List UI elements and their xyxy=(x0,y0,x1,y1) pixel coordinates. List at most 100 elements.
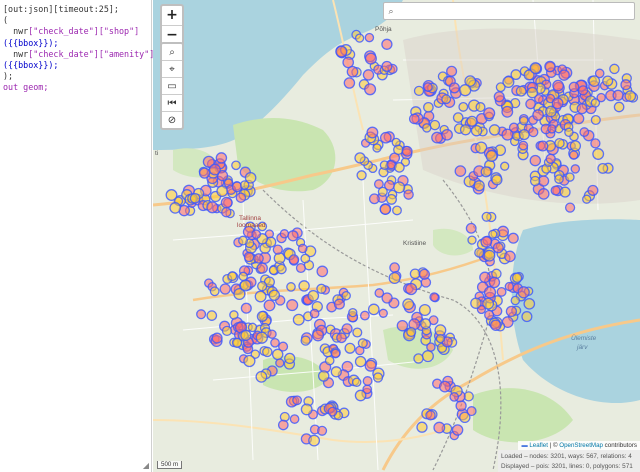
poi-marker[interactable] xyxy=(609,63,620,75)
poi-marker[interactable] xyxy=(558,69,570,81)
poi-marker[interactable] xyxy=(366,126,379,139)
poi-marker[interactable] xyxy=(624,90,637,102)
poi-marker[interactable] xyxy=(420,318,432,330)
poi-marker[interactable] xyxy=(446,65,458,77)
poi-marker[interactable] xyxy=(404,282,418,296)
poi-marker[interactable] xyxy=(551,97,564,110)
poi-marker[interactable] xyxy=(441,128,453,141)
poi-marker[interactable] xyxy=(484,309,495,320)
poi-marker[interactable] xyxy=(257,280,268,292)
poi-marker[interactable] xyxy=(532,109,544,121)
poi-marker[interactable] xyxy=(275,358,285,368)
poi-marker[interactable] xyxy=(438,380,451,393)
poi-marker[interactable] xyxy=(480,236,493,248)
poi-marker[interactable] xyxy=(256,310,268,322)
poi-marker[interactable] xyxy=(235,192,247,203)
poi-marker[interactable] xyxy=(240,329,252,341)
poi-marker[interactable] xyxy=(592,148,605,160)
resize-grip-icon[interactable]: ◢ xyxy=(143,461,149,470)
poi-marker[interactable] xyxy=(372,372,384,383)
poi-marker[interactable] xyxy=(220,196,233,209)
poi-marker[interactable] xyxy=(507,232,519,244)
poi-marker[interactable] xyxy=(255,370,268,383)
poi-marker[interactable] xyxy=(394,162,405,173)
poi-marker[interactable] xyxy=(423,101,434,113)
poi-marker[interactable] xyxy=(495,82,506,93)
poi-marker[interactable] xyxy=(403,189,414,200)
poi-marker[interactable] xyxy=(253,253,264,264)
poi-marker[interactable] xyxy=(362,376,373,386)
poi-marker[interactable] xyxy=(473,180,485,192)
poi-marker[interactable] xyxy=(372,143,382,153)
poi-marker[interactable] xyxy=(402,298,415,311)
poi-marker[interactable] xyxy=(309,308,320,319)
poi-marker[interactable] xyxy=(311,329,325,342)
poi-marker[interactable] xyxy=(389,262,400,273)
poi-marker[interactable] xyxy=(279,229,290,239)
poi-marker[interactable] xyxy=(493,91,505,103)
poi-marker[interactable] xyxy=(287,230,299,242)
code-line[interactable]: ({{bbox}}); xyxy=(3,38,148,49)
fit-data-icon[interactable]: ▭ xyxy=(162,77,182,94)
poi-marker[interactable] xyxy=(330,348,341,359)
poi-marker[interactable] xyxy=(426,342,436,352)
poi-marker[interactable] xyxy=(409,268,421,280)
poi-marker[interactable] xyxy=(341,323,353,335)
poi-marker[interactable] xyxy=(189,192,201,204)
poi-marker[interactable] xyxy=(529,175,541,187)
poi-marker[interactable] xyxy=(272,244,283,255)
poi-marker[interactable] xyxy=(368,193,380,205)
poi-marker[interactable] xyxy=(588,75,601,87)
poi-marker[interactable] xyxy=(423,82,433,92)
poi-marker[interactable] xyxy=(483,107,496,120)
poi-marker[interactable] xyxy=(504,250,516,263)
poi-marker[interactable] xyxy=(298,280,310,292)
poi-marker[interactable] xyxy=(544,60,556,73)
poi-marker[interactable] xyxy=(475,102,486,113)
poi-marker[interactable] xyxy=(496,286,507,297)
poi-marker[interactable] xyxy=(545,153,556,164)
poi-marker[interactable] xyxy=(354,152,366,164)
poi-marker[interactable] xyxy=(393,144,404,156)
poi-marker[interactable] xyxy=(434,324,447,337)
poi-marker[interactable] xyxy=(418,268,430,280)
poi-marker[interactable] xyxy=(351,377,362,388)
poi-marker[interactable] xyxy=(528,126,539,138)
poi-marker[interactable] xyxy=(451,424,464,436)
locate-icon[interactable]: ⌖ xyxy=(162,60,182,77)
poi-marker[interactable] xyxy=(515,85,527,97)
poi-marker[interactable] xyxy=(267,329,277,339)
poi-marker[interactable] xyxy=(206,310,218,321)
poi-marker[interactable] xyxy=(537,188,550,200)
poi-marker[interactable] xyxy=(352,327,363,338)
poi-marker[interactable] xyxy=(277,419,289,431)
poi-marker[interactable] xyxy=(422,123,432,133)
code-line[interactable]: nwr["check_date"]["shop"] xyxy=(3,26,148,37)
poi-marker[interactable] xyxy=(209,286,220,297)
poi-marker[interactable] xyxy=(354,355,367,368)
poi-marker[interactable] xyxy=(401,145,413,157)
query-editor[interactable]: [out:json][timeout:25];( nwr["check_date… xyxy=(0,0,154,472)
poi-marker[interactable] xyxy=(169,202,182,214)
poi-marker[interactable] xyxy=(448,82,460,94)
poi-marker[interactable] xyxy=(330,366,342,378)
poi-marker[interactable] xyxy=(576,103,588,115)
poi-marker[interactable] xyxy=(243,251,255,263)
poi-marker[interactable] xyxy=(465,222,477,234)
poi-marker[interactable] xyxy=(525,98,536,110)
poi-marker[interactable] xyxy=(483,286,497,299)
poi-marker[interactable] xyxy=(327,406,338,417)
poi-marker[interactable] xyxy=(613,101,625,113)
poi-marker[interactable] xyxy=(505,305,518,318)
poi-marker[interactable] xyxy=(435,333,446,344)
poi-marker[interactable] xyxy=(393,181,406,194)
poi-marker[interactable] xyxy=(341,290,351,301)
poi-marker[interactable] xyxy=(292,395,303,406)
poi-marker[interactable] xyxy=(208,163,221,176)
zoom-in-button[interactable]: + xyxy=(162,6,182,25)
poi-marker[interactable] xyxy=(335,45,348,58)
poi-marker[interactable] xyxy=(406,326,417,338)
poi-marker[interactable] xyxy=(271,348,284,361)
poi-marker[interactable] xyxy=(231,160,241,171)
code-line[interactable]: ); xyxy=(3,71,148,82)
